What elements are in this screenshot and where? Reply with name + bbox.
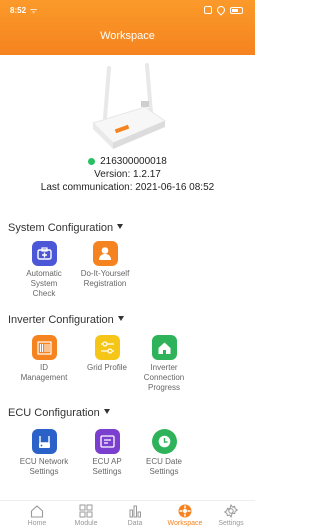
id-management-tile[interactable]: ID Management — [19, 335, 69, 383]
tile-label: Grid Profile — [86, 363, 127, 372]
workspace-icon — [178, 504, 192, 518]
tab-label: Workspace — [167, 520, 203, 527]
wifi-icon — [215, 4, 227, 16]
tile-label: ECU Network Settings — [19, 457, 69, 476]
battery-icon — [230, 6, 243, 14]
device-serial: 216300000018 — [100, 156, 167, 167]
tab-label: Data — [127, 520, 143, 527]
system-config-header[interactable]: System Configuration — [8, 222, 124, 234]
ecu-ap-settings-tile[interactable]: ECU AP Settings — [82, 429, 132, 477]
ecu-network-settings-tile[interactable]: ECU Network Settings — [19, 429, 69, 477]
tab-workspace[interactable]: Workspace — [160, 504, 210, 527]
tab-settings[interactable]: Settings — [206, 504, 256, 527]
device-version: Version: 1.2.17 — [94, 169, 161, 180]
caret-down-icon — [117, 224, 124, 229]
ecu-device-image — [92, 63, 167, 149]
tile-label: ID Management — [20, 363, 68, 382]
gear-icon — [224, 504, 238, 518]
device-info: 216300000018 Version: 1.2.17 Last commun… — [0, 155, 255, 194]
online-status-dot — [88, 158, 96, 165]
tab-module[interactable]: Module — [61, 504, 111, 527]
sliders-icon — [94, 335, 120, 360]
diy-registration-tile[interactable]: Do-It-Yourself Registration — [80, 241, 130, 289]
grid-icon — [79, 504, 93, 518]
tab-data[interactable]: Data — [110, 504, 160, 527]
status-time: 8:52 — [10, 6, 27, 15]
home-icon — [30, 505, 44, 518]
medical-kit-icon — [31, 241, 57, 266]
ecu-date-settings-tile[interactable]: ECU Date Settings — [139, 429, 189, 477]
tile-label: ECU AP Settings — [92, 457, 122, 476]
inverter-config-header[interactable]: Inverter Configuration — [8, 314, 124, 326]
clock-icon — [151, 429, 177, 454]
tab-home[interactable]: Home — [12, 504, 62, 527]
tile-label: Inverter Connection Progress — [143, 363, 185, 392]
barcode-icon — [31, 335, 57, 360]
last-communication: Last communication: 2021-06-16 08:52 — [40, 182, 215, 193]
house-icon — [151, 335, 177, 360]
tab-label: Module — [74, 520, 98, 527]
tile-label: Automatic System Check — [26, 269, 62, 298]
caret-down-icon — [117, 316, 124, 321]
user-icon — [92, 241, 118, 266]
status-bar: 8:52 ᯤ — [0, 0, 255, 22]
system-config-title: System Configuration — [8, 222, 114, 234]
tab-label: Home — [27, 520, 47, 527]
tab-label: Settings — [218, 520, 244, 527]
ap-icon — [94, 429, 120, 454]
inverter-connection-progress-tile[interactable]: Inverter Connection Progress — [139, 335, 189, 393]
ecu-config-title: ECU Configuration — [8, 407, 100, 419]
bar-chart-icon — [129, 505, 141, 518]
caret-down-icon — [103, 409, 110, 414]
app-header: 8:52 ᯤ Workspace — [0, 0, 255, 55]
tile-label: ECU Date Settings — [145, 457, 182, 476]
signal-icon: ᯤ — [30, 6, 38, 15]
automatic-system-check-tile[interactable]: Automatic System Check — [19, 241, 69, 299]
page-title: Workspace — [100, 30, 155, 42]
ecu-config-header[interactable]: ECU Configuration — [8, 407, 110, 419]
bottom-tab-bar: Home Module Data Workspace Settings — [0, 500, 255, 531]
grid-profile-tile[interactable]: Grid Profile — [82, 335, 132, 373]
inverter-config-title: Inverter Configuration — [8, 314, 114, 326]
notification-icon — [204, 6, 212, 14]
network-icon — [31, 429, 57, 454]
tile-label: Do-It-Yourself Registration — [80, 269, 130, 288]
